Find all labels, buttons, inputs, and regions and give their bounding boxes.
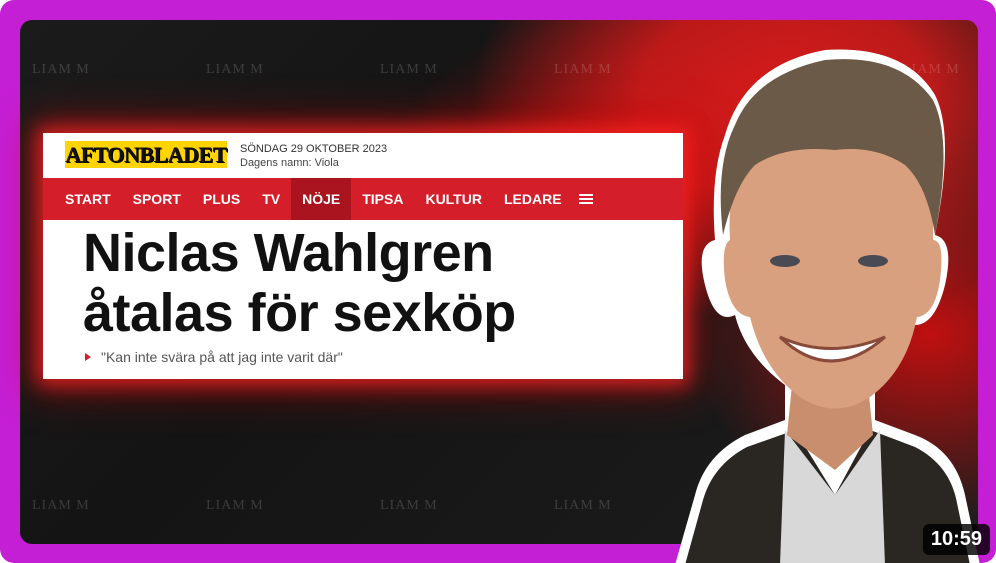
nav-item-tv: TV <box>262 191 281 207</box>
nav-bar: START SPORT PLUS TV NÖJE TIPSA KULTUR LE… <box>43 178 683 220</box>
article-header: AFTONBLADET SÖNDAG 29 OKTOBER 2023 Dagen… <box>43 133 683 178</box>
nav-item-sport: SPORT <box>132 191 181 207</box>
nav-item-tipsa: TIPSA <box>362 191 404 207</box>
headline-line-2: åtalas för sexköp <box>83 283 516 343</box>
watermark-text: LIAM M <box>554 498 612 513</box>
headline-line-1: Niclas Wahlgren <box>83 223 494 283</box>
article-date: SÖNDAG 29 OKTOBER 2023 <box>240 143 388 155</box>
nav-item-start: START <box>65 191 111 207</box>
subheading-text: "Kan inte svära på att jag inte varit dä… <box>101 349 343 365</box>
thumbnail-frame[interactable]: LIAM M LIAM M LIAM M LIAM M LIAM M LIAM … <box>0 0 996 563</box>
watermark-text: LIAM M <box>32 62 90 77</box>
watermark-text: LIAM M <box>206 62 264 77</box>
aftonbladet-logo: AFTONBLADET <box>65 141 227 168</box>
nav-item-noje: NÖJE <box>291 178 352 220</box>
nav-item-ledare: LEDARE <box>503 191 562 207</box>
article-card: AFTONBLADET SÖNDAG 29 OKTOBER 2023 Dagen… <box>43 133 683 379</box>
nav-item-plus: PLUS <box>202 191 241 207</box>
arrow-icon <box>85 353 91 361</box>
person-photo <box>675 49 980 563</box>
name-day: Dagens namn: Viola <box>240 157 339 169</box>
watermark-text: LIAM M <box>554 62 612 77</box>
hamburger-icon <box>578 194 593 204</box>
nav-item-kultur: KULTUR <box>425 191 482 207</box>
watermark-text: LIAM M <box>32 498 90 513</box>
watermark-text: LIAM M <box>380 62 438 77</box>
article-headline: Niclas Wahlgren åtalas för sexköp <box>83 223 683 343</box>
watermark-text: LIAM M <box>206 498 264 513</box>
article-subheading: "Kan inte svära på att jag inte varit dä… <box>85 349 343 365</box>
watermark-text: LIAM M <box>380 498 438 513</box>
video-duration-badge: 10:59 <box>922 524 990 555</box>
